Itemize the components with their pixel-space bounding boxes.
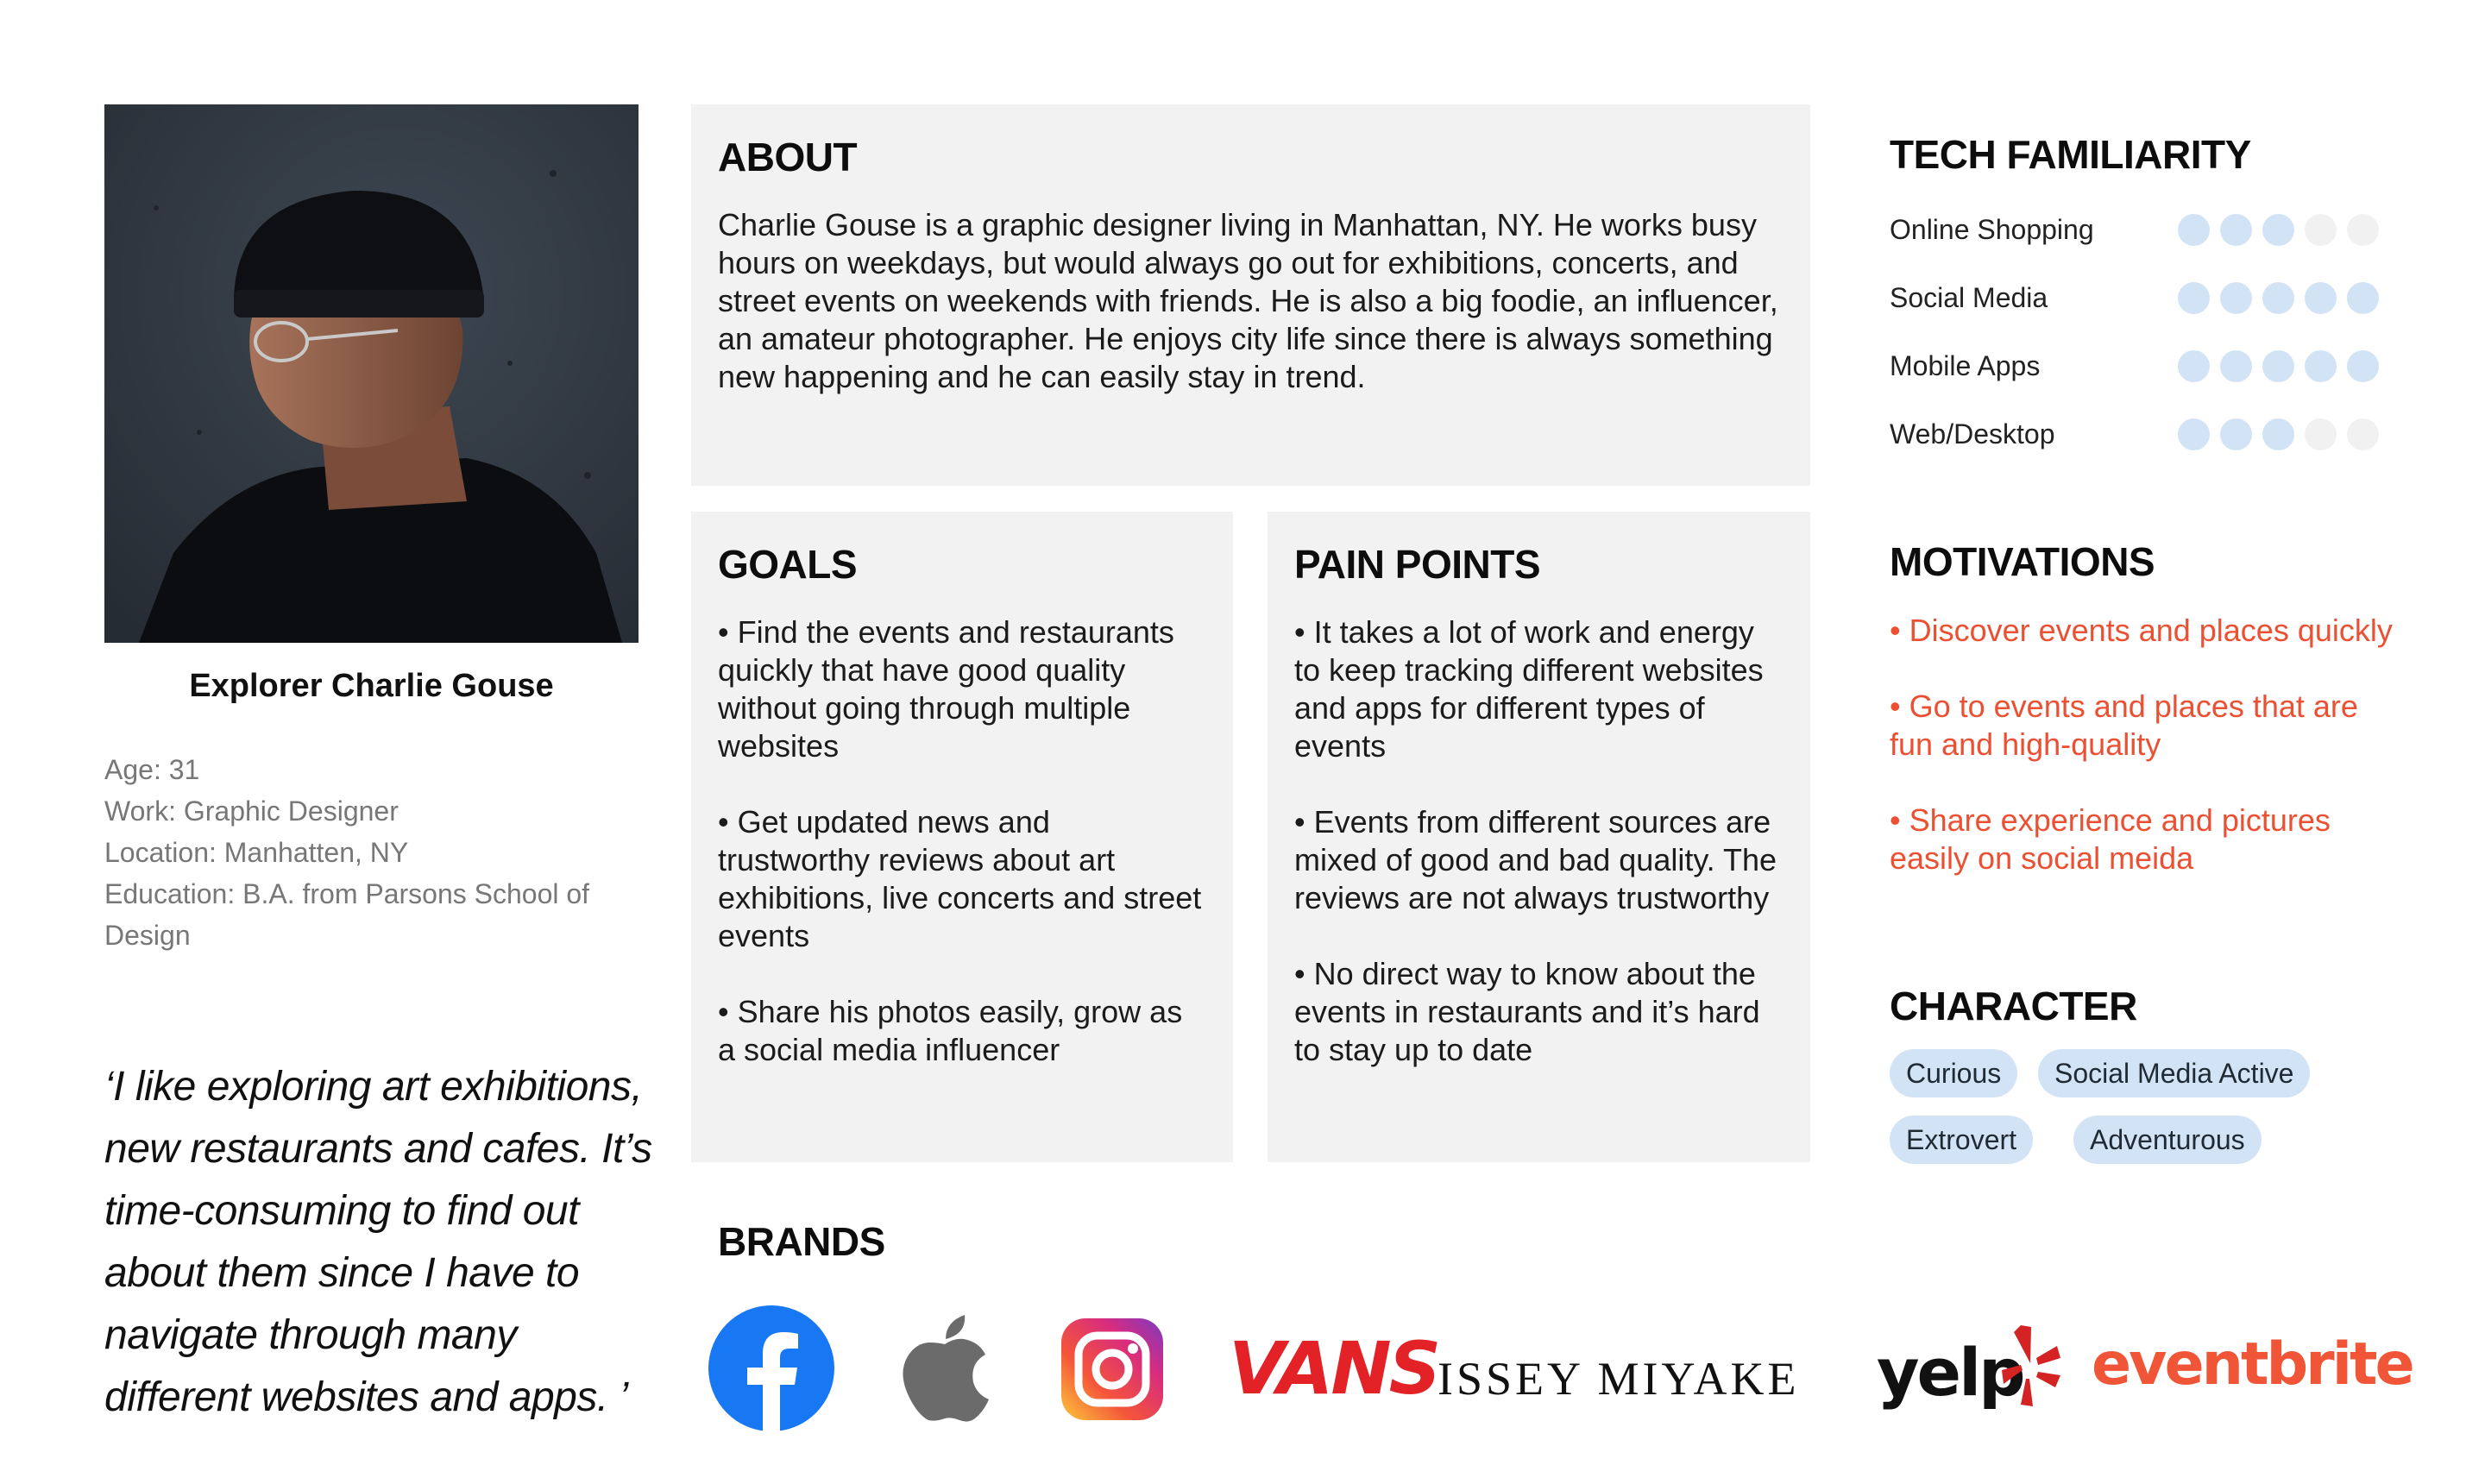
issey-miyake-logo: ISSEY MIYAKE xyxy=(1438,1353,1800,1405)
tech-row: Mobile Apps xyxy=(1890,342,2381,410)
rating-dot-filled xyxy=(2220,350,2252,382)
rating-dot-filled xyxy=(2178,214,2210,246)
tech-label: Mobile Apps xyxy=(1890,350,2041,381)
rating-dot-empty xyxy=(2305,214,2337,246)
rating-dot-filled xyxy=(2178,282,2210,314)
pain-points-title: PAIN POINTS xyxy=(1294,542,1541,587)
goal-item: • Find the events and restaurants quickl… xyxy=(718,614,1174,764)
tech-label: Social Media xyxy=(1890,282,2048,313)
character-tag: Extrovert xyxy=(1890,1116,2034,1164)
pain-point-item: • Events from different sources are mixe… xyxy=(1294,804,1777,915)
brands-title: BRANDS xyxy=(718,1219,885,1264)
rating-dot-filled xyxy=(2262,214,2294,246)
rating-dots xyxy=(2178,350,2379,382)
rating-dots xyxy=(2178,418,2379,450)
pain-point-item: • It takes a lot of work and energy to k… xyxy=(1294,614,1764,764)
rating-dot-filled xyxy=(2262,350,2294,382)
vans-logo: VANS xyxy=(1229,1326,1441,1411)
motivations-title: MOTIVATIONS xyxy=(1890,539,2155,584)
goals-panel: GOALS • Find the events and restaurants … xyxy=(691,512,1233,1162)
motivation-item: • Share experience and pictures easily o… xyxy=(1890,802,2331,876)
detail-work: Work: Graphic Designer xyxy=(104,795,399,827)
detail-age: Age: 31 xyxy=(104,754,200,785)
rating-dot-filled xyxy=(2220,282,2252,314)
motivations-list: • Discover events and places quickly • G… xyxy=(1890,612,2407,915)
character-title: CHARACTER xyxy=(1890,984,2137,1028)
instagram-logo-icon xyxy=(1061,1318,1163,1424)
rating-dot-filled xyxy=(2220,214,2252,246)
about-panel: ABOUT Charlie Gouse is a graphic designe… xyxy=(691,104,1810,486)
pain-points-panel: PAIN POINTS • It takes a lot of work and… xyxy=(1268,512,1810,1162)
character-tag: Social Media Active xyxy=(2038,1049,2311,1097)
motivation-item: • Go to events and places that are fun a… xyxy=(1890,689,2358,762)
rating-dot-empty xyxy=(2305,418,2337,450)
tech-row: Online Shopping xyxy=(1890,205,2381,274)
detail-education: Education: B.A. from Parsons School of D… xyxy=(104,878,590,951)
detail-location: Location: Manhatten, NY xyxy=(104,837,409,868)
rating-dot-filled xyxy=(2262,282,2294,314)
rating-dot-empty xyxy=(2347,418,2379,450)
about-text: Charlie Gouse is a graphic designer livi… xyxy=(718,207,1778,394)
persona-quote: ‘I like exploring art exhibitions, new r… xyxy=(104,1064,652,1420)
goal-item: • Share his photos easily, grow as a soc… xyxy=(718,994,1183,1067)
persona-photo xyxy=(104,104,639,643)
character-tag: Adventurous xyxy=(2073,1116,2262,1164)
apple-logo-icon xyxy=(897,1311,992,1428)
rating-dot-filled xyxy=(2178,418,2210,450)
eventbrite-logo: eventbrite xyxy=(2092,1330,2415,1399)
character-tag: Curious xyxy=(1890,1049,2018,1097)
rating-dot-filled xyxy=(2262,418,2294,450)
rating-dot-filled xyxy=(2305,282,2337,314)
rating-dots xyxy=(2178,282,2379,314)
persona-name: Explorer Charlie Gouse xyxy=(189,668,554,704)
tech-familiarity-list: Online Shopping Social Media Mobile Apps… xyxy=(1890,205,2381,478)
tech-row: Web/Desktop xyxy=(1890,410,2381,478)
rating-dot-filled xyxy=(2178,350,2210,382)
yelp-burst-icon xyxy=(2002,1324,2062,1414)
rating-dots xyxy=(2178,214,2379,246)
about-title: ABOUT xyxy=(718,135,858,179)
tech-familiarity-title: TECH FAMILIARITY xyxy=(1890,132,2251,177)
goals-title: GOALS xyxy=(718,542,858,587)
tech-row: Social Media xyxy=(1890,274,2381,342)
tech-label: Web/Desktop xyxy=(1890,418,2055,450)
rating-dot-filled xyxy=(2305,350,2337,382)
rating-dot-filled xyxy=(2347,282,2379,314)
tech-label: Online Shopping xyxy=(1890,214,2094,245)
persona-details: Age: 31 Work: Graphic Designer Location:… xyxy=(104,749,639,956)
pain-point-item: • No direct way to know about the events… xyxy=(1294,956,1760,1067)
facebook-logo-icon xyxy=(708,1305,834,1436)
motivation-item: • Discover events and places quickly xyxy=(1890,613,2393,648)
goal-item: • Get updated news and trustworthy revie… xyxy=(718,804,1202,953)
rating-dot-filled xyxy=(2220,418,2252,450)
rating-dot-empty xyxy=(2347,214,2379,246)
rating-dot-filled xyxy=(2347,350,2379,382)
